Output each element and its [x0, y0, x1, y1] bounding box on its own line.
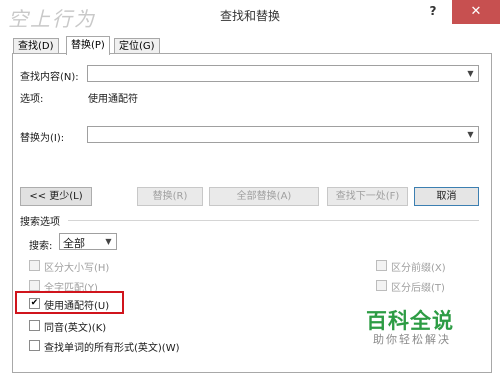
- all-forms-label: 查找单词的所有形式(英文)(W): [44, 343, 180, 354]
- find-input[interactable]: ▼: [87, 65, 479, 82]
- replace-input[interactable]: ▼: [87, 126, 479, 143]
- sounds-like-label: 同音(英文)(K): [44, 323, 107, 334]
- match-suffix-checkbox[interactable]: [376, 280, 387, 291]
- brand-tagline: 助你轻松解决: [373, 333, 451, 346]
- search-direction-value: 全部: [63, 237, 85, 250]
- match-suffix-label: 区分后缀(T): [391, 283, 445, 294]
- less-button[interactable]: << 更少(L): [20, 187, 92, 206]
- replace-button[interactable]: 替换(R): [137, 187, 203, 206]
- all-forms-checkbox[interactable]: [29, 340, 40, 351]
- match-prefix-label: 区分前缀(X): [391, 263, 446, 274]
- options-label: 选项:: [20, 94, 44, 105]
- match-prefix-checkbox[interactable]: [376, 260, 387, 271]
- cancel-button[interactable]: 取消: [414, 187, 479, 206]
- sounds-like-checkbox[interactable]: [29, 320, 40, 331]
- search-direction-select[interactable]: 全部 ▼: [59, 233, 117, 250]
- replace-all-button[interactable]: 全部替换(A): [209, 187, 319, 206]
- search-direction-label: 搜索:: [29, 241, 53, 252]
- section-divider: [68, 220, 479, 221]
- chevron-down-icon[interactable]: ▼: [465, 68, 476, 79]
- help-button[interactable]: ?: [424, 4, 442, 24]
- find-label: 查找内容(N):: [20, 72, 79, 83]
- whole-word-checkbox[interactable]: [29, 280, 40, 291]
- chevron-down-icon[interactable]: ▼: [465, 129, 476, 140]
- chevron-down-icon[interactable]: ▼: [103, 236, 114, 247]
- options-value: 使用通配符: [88, 94, 138, 105]
- match-case-label: 区分大小写(H): [44, 263, 110, 274]
- search-options-heading: 搜索选项: [20, 217, 60, 228]
- replace-label: 替换为(I):: [20, 133, 65, 144]
- close-button[interactable]: ✕: [452, 0, 500, 24]
- match-case-checkbox[interactable]: [29, 260, 40, 271]
- tab-find[interactable]: 查找(D): [13, 38, 59, 54]
- tab-goto[interactable]: 定位(G): [114, 38, 160, 54]
- find-next-button[interactable]: 查找下一处(F): [327, 187, 408, 206]
- tab-replace[interactable]: 替换(P): [66, 36, 110, 55]
- wildcards-highlight: [15, 291, 124, 314]
